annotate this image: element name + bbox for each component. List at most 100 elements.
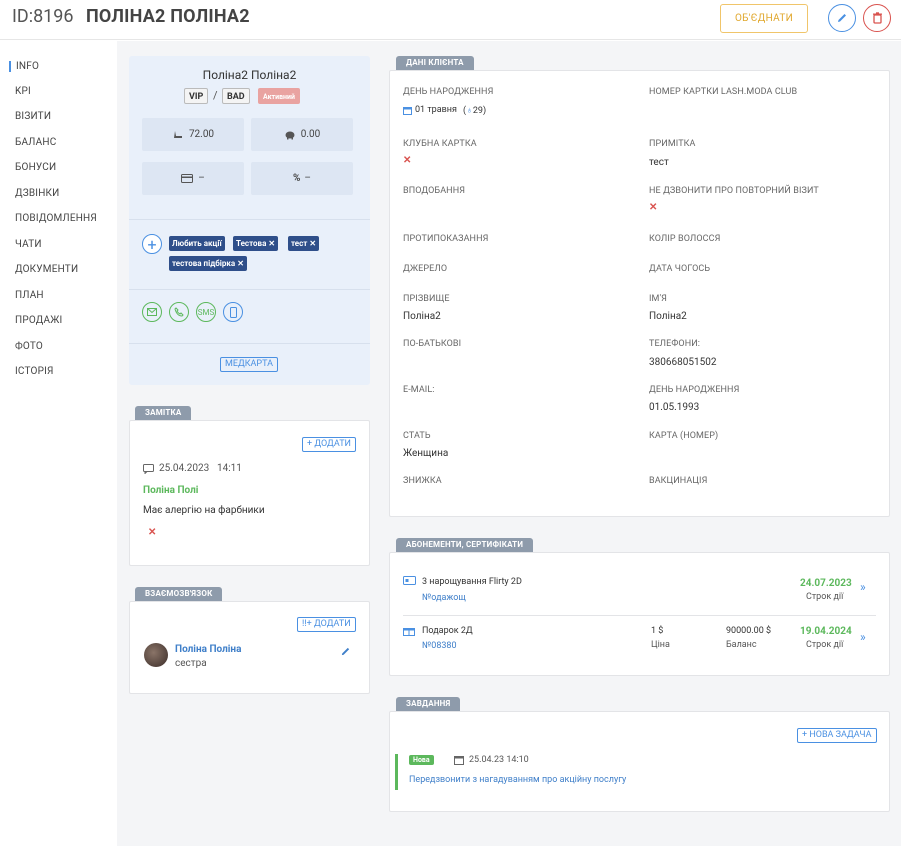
top-bar: ID:8196 ПОЛІНА2 ПОЛІНА2 ОБ'ЄДНАТИ xyxy=(0,0,901,40)
divider xyxy=(129,219,370,220)
sidebar-item-info[interactable]: INFO xyxy=(9,61,39,72)
tag-label: тестова підбірка xyxy=(172,259,236,268)
stat-visits: 72.00 xyxy=(142,118,244,151)
source-label: ДЖЕРЕЛО xyxy=(403,264,448,274)
ticket-icon xyxy=(403,576,416,585)
client-data-tab[interactable]: ДАНІ КЛІЄНТА xyxy=(396,56,474,70)
sub-balance: 90000.00 $ xyxy=(726,626,772,636)
pencil-icon xyxy=(838,14,846,22)
gift-icon xyxy=(403,628,415,636)
tag-item[interactable]: тестова підбірка ✕ xyxy=(169,256,247,271)
sub-number[interactable]: №одажощ xyxy=(422,593,466,603)
sidebar-item-kpi[interactable]: KPI xyxy=(15,86,31,97)
new-task-button[interactable]: + НОВА ЗАДАЧА xyxy=(797,728,877,743)
close-icon[interactable]: ✕ xyxy=(268,239,275,248)
bad-badge[interactable]: BAD xyxy=(222,88,250,104)
sub-balance-label: Баланс xyxy=(726,640,757,650)
sidebar-item-history[interactable]: ІСТОРІЯ xyxy=(15,366,54,377)
vaccination-label: ВАКЦИНАЦІЯ xyxy=(649,476,708,486)
sidebar-item-plan[interactable]: ПЛАН xyxy=(15,290,44,301)
close-icon[interactable]: ✕ xyxy=(237,259,244,268)
gender-value: Женщина xyxy=(403,448,449,459)
no-call-label: НЕ ДЗВОНИТИ ПРО ПОВТОРНИЙ ВІЗИТ xyxy=(649,186,819,196)
client-id: ID:8196 xyxy=(12,6,74,27)
relation-name[interactable]: Поліна Поліна xyxy=(175,644,241,655)
delete-note-icon[interactable]: ✕ xyxy=(148,527,156,538)
calendar-icon xyxy=(454,756,464,765)
divider xyxy=(129,343,370,344)
stat-discount-value: – xyxy=(304,173,311,184)
chevron-right-icon[interactable]: » xyxy=(860,630,866,644)
delete-button[interactable] xyxy=(863,4,891,32)
tag-item[interactable]: Тестова ✕ xyxy=(233,236,279,251)
avatar xyxy=(144,643,168,667)
birthday2-label: ДЕНЬ НАРОДЖЕННЯ xyxy=(649,385,740,395)
date-label: ДАТА ЧОГОСЬ xyxy=(649,264,711,274)
status-badge: Активний xyxy=(258,88,300,104)
add-relation-button[interactable]: !!+ ДОДАТИ xyxy=(297,617,356,632)
note-card: + ДОДАТИ 25.04.2023 14:11 Поліна Полі Ма… xyxy=(129,420,370,566)
note-value: тест xyxy=(649,157,669,168)
note-time: 14:11 xyxy=(217,463,242,474)
merge-button[interactable]: ОБ'ЄДНАТИ xyxy=(720,4,808,33)
sub-number[interactable]: №08380 xyxy=(422,641,457,651)
tag-item[interactable]: Любить акції xyxy=(169,236,225,251)
gender-label: СТАТЬ xyxy=(403,431,431,441)
card-num-label: КАРТА (НОМЕР) xyxy=(649,431,719,441)
email-label: E-MAIL: xyxy=(403,385,435,395)
balloon-icon: ♁ xyxy=(466,106,473,116)
note-author[interactable]: Поліна Полі xyxy=(143,485,198,496)
mobile-icon xyxy=(229,306,237,318)
sidebar-item-documents[interactable]: ДОКУМЕНТИ xyxy=(15,264,78,275)
sidebar-item-chats[interactable]: ЧАТИ xyxy=(15,239,42,250)
birthday2-value: 01.05.1993 xyxy=(649,402,700,413)
edit-button[interactable] xyxy=(828,4,856,32)
chevron-right-icon[interactable]: » xyxy=(860,580,866,594)
note-label: ПРИМІТКА xyxy=(649,139,696,149)
tasks-card: + НОВА ЗАДАЧА Нова 25.04.23 14:10 Передз… xyxy=(389,711,890,812)
calendar-icon xyxy=(403,107,412,115)
sub-expiry: 19.04.2024 xyxy=(800,626,852,637)
relation-role: сестра xyxy=(175,658,207,669)
sidebar-item-balance[interactable]: БАЛАНС xyxy=(15,137,56,148)
phones-value[interactable]: 380668051502 xyxy=(649,357,716,368)
note-tab[interactable]: ЗАМІТКА xyxy=(135,406,192,420)
card-icon xyxy=(181,174,194,183)
plus-icon: + xyxy=(147,234,157,254)
medcard-button[interactable]: МЕДКАРТА xyxy=(220,357,278,372)
add-note-button[interactable]: + ДОДАТИ xyxy=(302,437,356,452)
sidebar-item-photo[interactable]: ФОТО xyxy=(15,341,43,352)
tasks-tab[interactable]: ЗАВДАННЯ xyxy=(396,697,461,711)
call-button[interactable] xyxy=(169,302,189,322)
sidebar-item-sales[interactable]: ПРОДАЖІ xyxy=(15,315,62,326)
tag-label: тест xyxy=(291,239,308,248)
phones-label: ТЕЛЕФОНИ: xyxy=(649,339,701,349)
age-value: 29 xyxy=(472,106,483,116)
add-tag-button[interactable]: + xyxy=(142,234,162,254)
sidebar-item-messages[interactable]: ПОВІДОМЛЕННЯ xyxy=(15,213,97,224)
tag-item[interactable]: тест ✕ xyxy=(288,236,320,251)
piggy-bank-icon xyxy=(285,131,295,139)
subscriptions-tab[interactable]: АБОНЕМЕНТИ, СЕРТИФІКАТИ xyxy=(396,538,534,552)
vip-badge[interactable]: VIP xyxy=(184,88,209,104)
trash-icon xyxy=(872,12,882,24)
close-icon[interactable]: ✕ xyxy=(309,239,316,248)
firstname-label: ІМ'Я xyxy=(649,294,668,304)
tag-label: Тестова xyxy=(236,239,267,248)
surname-label: ПРІЗВИЩЕ xyxy=(403,294,450,304)
sidebar-item-calls[interactable]: ДЗВІНКИ xyxy=(15,188,60,199)
sidebar-item-visits[interactable]: ВІЗИТИ xyxy=(15,111,51,122)
discount-label: ЗНИЖКА xyxy=(403,476,442,486)
relation-tab[interactable]: ВЗАЄМОЗВ'ЯЗОК xyxy=(135,587,223,601)
sub-expiry-label: Строк дії xyxy=(806,640,844,650)
task-text[interactable]: Передзвонити з нагадуванням про акційну … xyxy=(409,775,626,785)
sub-expiry-label: Строк дії xyxy=(806,592,844,602)
mobile-button[interactable] xyxy=(223,302,243,322)
sms-button[interactable]: SMS xyxy=(196,302,216,322)
email-button[interactable] xyxy=(142,302,162,322)
pencil-icon[interactable] xyxy=(340,646,351,657)
sidebar-item-bonuses[interactable]: БОНУСИ xyxy=(15,162,56,173)
firstname-value: Поліна2 xyxy=(649,311,687,322)
chair-icon xyxy=(173,130,182,138)
stat-card-value: – xyxy=(198,173,205,184)
